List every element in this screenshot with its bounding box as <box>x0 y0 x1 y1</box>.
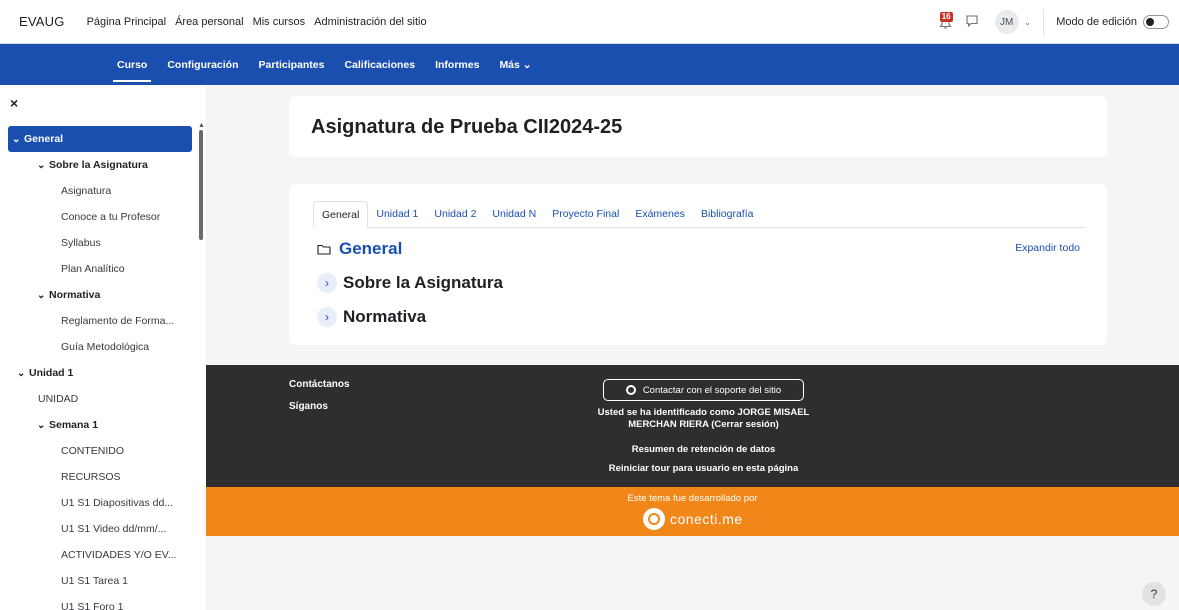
tab-mas-dropdown[interactable]: Más ⌄ <box>489 44 541 85</box>
tab-curso[interactable]: Curso <box>107 44 157 85</box>
conectime-logo-icon <box>643 508 665 530</box>
sidebar-item-contenido[interactable]: CONTENIDO <box>0 438 192 464</box>
page-header-card: Asignatura de Prueba CII2024-25 <box>289 96 1107 157</box>
sidebar-item-recursos[interactable]: RECURSOS <box>0 464 192 490</box>
messages-button[interactable] <box>965 14 981 30</box>
notification-count-badge: 16 <box>939 12 953 22</box>
top-navbar: EVAUG Página Principal Área personal Mis… <box>0 0 1179 44</box>
sidebar-item-sobre-la-asignatura[interactable]: ⌄ Sobre la Asignatura <box>0 152 192 178</box>
chevron-down-icon[interactable]: ⌄ <box>17 368 29 379</box>
close-drawer-icon[interactable]: × <box>10 95 18 111</box>
edit-mode-label: Modo de edición <box>1056 16 1137 28</box>
developed-by-text: Este tema fue desarrollado por <box>627 493 758 504</box>
tab-unidad-1[interactable]: Unidad 1 <box>368 201 426 228</box>
user-controls: 16 JM ⌄ Modo de edición <box>938 0 1169 44</box>
sidebar-item-syllabus[interactable]: Syllabus <box>0 230 192 256</box>
nav-my-courses-link[interactable]: Mis cursos <box>253 16 306 28</box>
course-content-card: General Unidad 1 Unidad 2 Unidad N Proye… <box>289 184 1107 345</box>
nav-home-link[interactable]: Página Principal <box>87 16 167 28</box>
tab-informes[interactable]: Informes <box>425 44 489 85</box>
chevron-right-icon[interactable]: › <box>317 273 337 293</box>
chevron-down-icon[interactable]: ⌄ <box>37 290 49 301</box>
sidebar-item-label: Normativa <box>49 289 101 301</box>
sidebar-item-asignatura[interactable]: Asignatura <box>0 178 192 204</box>
contact-support-button[interactable]: Contactar con el soporte del sitio <box>603 379 804 401</box>
sidebar-item-general[interactable]: ⌄ General <box>8 126 192 152</box>
section-title-normativa[interactable]: Normativa <box>343 307 426 327</box>
section-sobre-la-asignatura[interactable]: › Sobre la Asignatura <box>317 273 503 293</box>
sidebar-item-guia-metodologica[interactable]: Guía Metodológica <box>0 334 192 360</box>
nav-dashboard-link[interactable]: Área personal <box>175 16 244 28</box>
course-secondary-navigation: Curso Configuración Participantes Califi… <box>0 44 1179 85</box>
tab-calificaciones[interactable]: Calificaciones <box>334 44 425 85</box>
chat-bubble-icon <box>966 15 978 28</box>
lifebuoy-icon <box>625 385 636 395</box>
tab-unidad-2[interactable]: Unidad 2 <box>426 201 484 228</box>
sidebar-item-semana-1[interactable]: ⌄ Semana 1 <box>0 412 192 438</box>
sidebar-item-actividades[interactable]: ACTIVIDADES Y/O EV... <box>0 542 192 568</box>
site-brand[interactable]: EVAUG <box>19 14 65 29</box>
support-button-label: Contactar con el soporte del sitio <box>642 384 782 396</box>
chevron-down-icon[interactable]: ⌄ <box>37 160 49 171</box>
chevron-right-icon[interactable]: › <box>317 307 337 327</box>
sidebar-item-unidad-1[interactable]: ⌄ Unidad 1 <box>0 360 192 386</box>
nav-site-admin-link[interactable]: Administración del sitio <box>314 16 427 28</box>
section-general-header: General <box>317 239 402 259</box>
sidebar-item-conoce-a-tu-profesor[interactable]: Conoce a tu Profesor <box>0 204 192 230</box>
primary-navigation: Página Principal Área personal Mis curso… <box>87 16 427 28</box>
sidebar-item-normativa[interactable]: ⌄ Normativa <box>0 282 192 308</box>
page-title: Asignatura de Prueba CII2024-25 <box>311 116 623 138</box>
user-avatar[interactable]: JM <box>994 10 1019 34</box>
page-footer: Contáctanos Síganos Contactar con el sop… <box>206 365 1179 487</box>
section-title-general[interactable]: General <box>339 239 402 259</box>
sidebar-scrollbar[interactable] <box>199 130 203 240</box>
sidebar-item-video[interactable]: U1 S1 Video dd/mm/... <box>0 516 192 542</box>
section-title-sobre[interactable]: Sobre la Asignatura <box>343 273 503 293</box>
help-button[interactable]: ? <box>1142 582 1166 606</box>
tab-unidad-n[interactable]: Unidad N <box>484 201 544 228</box>
notifications-button[interactable]: 16 <box>938 12 956 32</box>
logged-in-info: Usted se ha identificado como JORGE MISA… <box>556 407 851 431</box>
logged-in-line-1: Usted se ha identificado como JORGE MISA… <box>597 407 810 418</box>
footer-follow-heading: Síganos <box>289 401 328 412</box>
course-index-tree: ⌄ General ⌄ Sobre la Asignatura Asignatu… <box>0 126 192 610</box>
sidebar-item-plan-analitico[interactable]: Plan Analítico <box>0 256 192 282</box>
section-tabs: General Unidad 1 Unidad 2 Unidad N Proye… <box>313 201 1085 228</box>
logged-in-line-2[interactable]: MERCHAN RIERA (Cerrar sesión) <box>556 419 851 431</box>
tab-proyecto-final[interactable]: Proyecto Final <box>544 201 627 228</box>
sidebar-item-label: Semana 1 <box>49 419 99 431</box>
sidebar-item-label: Unidad 1 <box>29 367 74 379</box>
tab-general[interactable]: General <box>313 201 369 228</box>
folder-icon <box>317 244 331 255</box>
chevron-down-icon[interactable]: ⌄ <box>12 134 24 145</box>
tab-bibliografia[interactable]: Bibliografía <box>693 201 762 228</box>
data-retention-link[interactable]: Resumen de retención de datos <box>556 444 851 456</box>
course-index-drawer: × ▲ ⌄ General ⌄ Sobre la Asignatura Asig… <box>0 85 206 610</box>
user-menu-chevron-down-icon[interactable]: ⌄ <box>1024 17 1032 28</box>
divider <box>1043 9 1045 35</box>
sidebar-item-diapositivas[interactable]: U1 S1 Diapositivas dd... <box>0 490 192 516</box>
sidebar-item-reglamento[interactable]: Reglamento de Forma... <box>0 308 192 334</box>
sidebar-item-tarea-1[interactable]: U1 S1 Tarea 1 <box>0 568 192 594</box>
scroll-up-arrow-icon[interactable]: ▲ <box>198 122 205 129</box>
tab-configuracion[interactable]: Configuración <box>157 44 248 85</box>
sidebar-item-foro-1[interactable]: U1 S1 Foro 1 <box>0 594 192 610</box>
tab-examenes[interactable]: Exámenes <box>627 201 693 228</box>
sidebar-item-label: Sobre la Asignatura <box>49 159 148 171</box>
expand-all-link[interactable]: Expandir todo <box>1015 242 1080 254</box>
sidebar-item-unidad[interactable]: UNIDAD <box>0 386 192 412</box>
conectime-logo[interactable]: conecti.me <box>643 508 743 530</box>
conectime-logo-text: conecti.me <box>670 511 743 527</box>
sidebar-item-label: General <box>24 133 64 145</box>
footer-contact-heading: Contáctanos <box>289 379 350 390</box>
section-normativa[interactable]: › Normativa <box>317 307 426 327</box>
reset-tour-link[interactable]: Reiniciar tour para usuario en esta pági… <box>556 463 851 475</box>
edit-mode-toggle[interactable] <box>1143 15 1169 29</box>
theme-credits-bar: Este tema fue desarrollado por conecti.m… <box>206 487 1179 536</box>
chevron-down-icon[interactable]: ⌄ <box>37 420 49 431</box>
tab-participantes[interactable]: Participantes <box>249 44 335 85</box>
